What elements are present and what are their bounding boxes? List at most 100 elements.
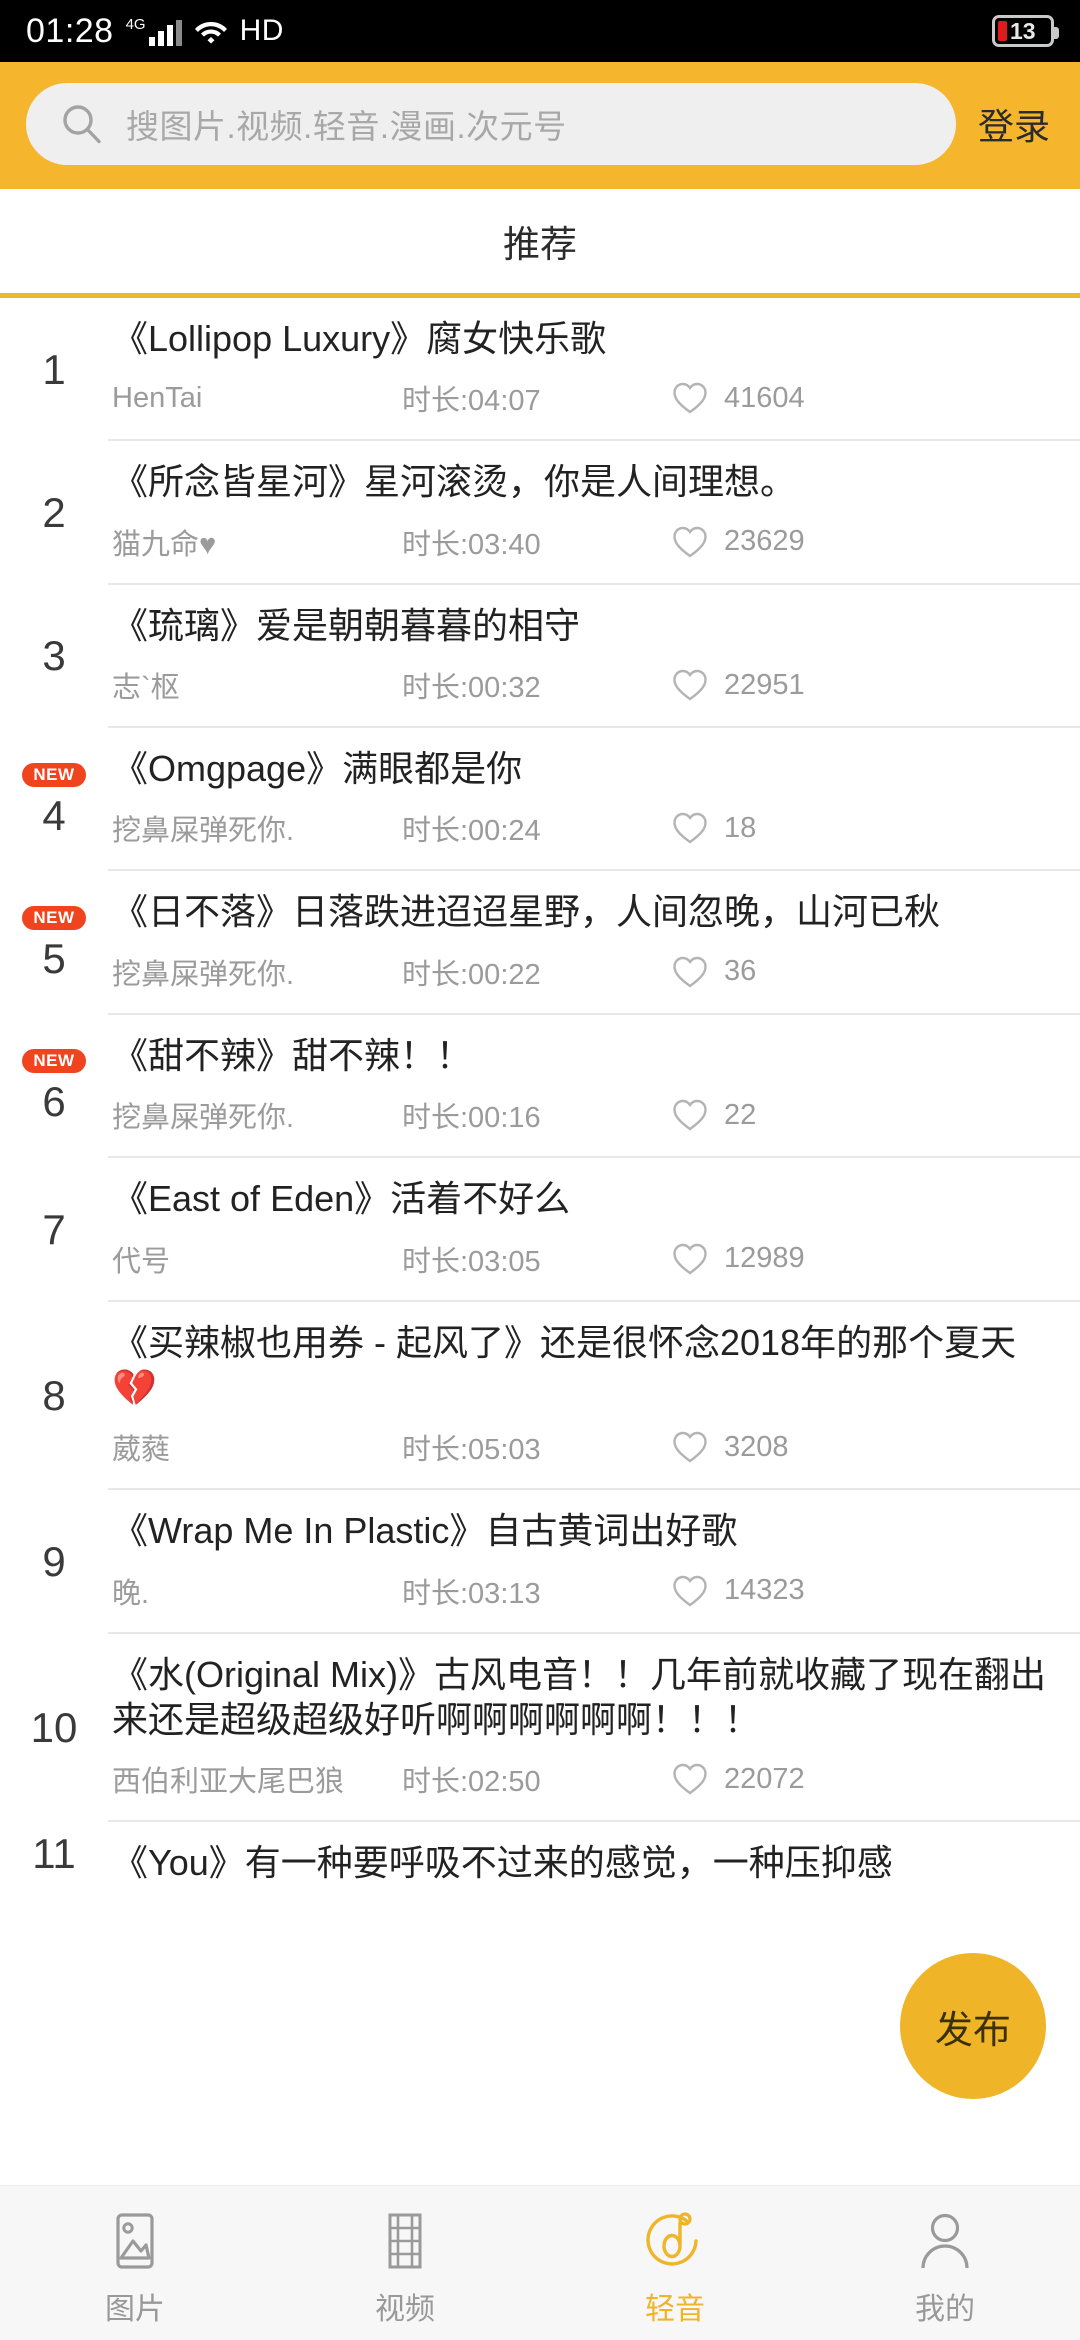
list-item[interactable]: 3 《琉璃》爱是朝朝暮暮的相守 志`枢 时长:00:32 22951 (0, 585, 1080, 729)
item-likes[interactable]: 36 (672, 955, 756, 989)
item-likes[interactable]: 22072 (672, 1762, 805, 1796)
item-body: 《琉璃》爱是朝朝暮暮的相守 志`枢 时长:00:32 22951 (108, 585, 1080, 729)
rank-number: 6 (42, 1078, 66, 1126)
heart-icon (672, 1762, 708, 1796)
item-like-count: 3208 (724, 1430, 789, 1463)
search-bar[interactable]: 搜图片.视频.轻音.漫画.次元号 (26, 83, 956, 165)
new-badge: NEW (22, 762, 86, 787)
item-title[interactable]: 《甜不辣》甜不辣！！ (112, 1015, 1080, 1078)
rank-number: 10 (30, 1703, 78, 1751)
status-bar: 01:28 4G HD 13 (0, 0, 1080, 62)
nav-item-images[interactable]: 图片 (0, 2210, 270, 2328)
item-body: 《East of Eden》活着不好么代号 时长:03:05 12989 (108, 1158, 1080, 1302)
item-meta: 西伯利亚大尾巴狼 时长:02:50 22072 (112, 1742, 1080, 1820)
heart-icon (672, 381, 708, 415)
item-author: 西伯利亚大尾巴狼 (112, 1766, 345, 1799)
rank-column: 2 (0, 441, 108, 584)
item-title[interactable]: 《Omgpage》满眼都是你 (112, 728, 1080, 791)
item-meta: 挖鼻屎弹死你. 时长:00:22 36 (112, 935, 1080, 1013)
item-title[interactable]: 《Lollipop Luxury》腐女快乐歌 (112, 298, 1080, 361)
rank-column: 1 (0, 298, 108, 441)
music-note-icon (644, 2210, 706, 2272)
item-title[interactable]: 《水(Original Mix)》古风电音！！几年前就收藏了现在翻出来还是超级超… (112, 1634, 1080, 1743)
item-likes[interactable]: 22951 (672, 668, 805, 702)
list-item[interactable]: 9 《Wrap Me In Plastic》自古黄词出好歌 晚. 时长:03:13 14… (0, 1490, 1080, 1634)
item-title[interactable]: 《买辣椒也用券 - 起风了》还是很怀念2018年的那个夏天💔 (112, 1302, 1080, 1411)
bottom-navigation: 图片 视频 轻音 我的 (0, 2185, 1080, 2340)
rank-column: NEW 4 (0, 728, 108, 871)
login-button[interactable]: 登录 (974, 92, 1054, 156)
battery-icon: 13 (992, 15, 1059, 47)
list-item[interactable]: 7 《East of Eden》活着不好么代号 时长:03:05 12989 (0, 1158, 1080, 1302)
list-item[interactable]: 2 《所念皆星河》星河滚烫，你是人间理想。 猫九命♥ 时长:03:40 23629 (0, 441, 1080, 585)
item-author: 葳蕤 (112, 1434, 171, 1467)
list-item[interactable]: 11 《You》有一种要呼吸不过来的感觉，一种压抑感 (0, 1822, 1080, 1885)
item-likes[interactable]: 22 (672, 1098, 756, 1132)
item-like-count: 14323 (724, 1574, 805, 1607)
item-likes[interactable]: 3208 (672, 1430, 789, 1464)
nav-label-images: 图片 (105, 2292, 165, 2326)
list-item[interactable]: 10 《水(Original Mix)》古风电音！！几年前就收藏了现在翻出来还是超… (0, 1634, 1080, 1823)
rank-number: 5 (42, 935, 66, 983)
item-meta: 晚. 时长:03:13 14323 (112, 1554, 1080, 1632)
item-author: HenTai (112, 381, 203, 414)
rank-number: 2 (42, 489, 66, 537)
film-icon (374, 2210, 436, 2272)
item-author: 挖鼻屎弹死你. (112, 958, 295, 991)
new-badge: NEW (22, 906, 86, 931)
item-likes[interactable]: 18 (672, 811, 756, 845)
item-duration: 时长:05:03 (402, 1434, 541, 1467)
item-title[interactable]: 《日不落》日落跌进迢迢星野，人间忽晚，山河已秋 (112, 871, 1080, 934)
item-like-count: 18 (724, 811, 757, 844)
item-title[interactable]: 《Wrap Me In Plastic》自古黄词出好歌 (112, 1490, 1080, 1553)
nav-label-profile: 我的 (915, 2292, 975, 2326)
rank-column: NEW 6 (0, 1015, 108, 1158)
item-duration: 时长:00:16 (402, 1102, 541, 1135)
item-like-count: 23629 (724, 525, 805, 558)
heart-icon (672, 955, 708, 989)
item-title[interactable]: 《East of Eden》活着不好么 (112, 1158, 1080, 1221)
item-duration: 时长:00:32 (402, 672, 541, 705)
list-item[interactable]: NEW 5 《日不落》日落跌进迢迢星野，人间忽晚，山河已秋 挖鼻屎弹死你. 时长:00:… (0, 871, 1080, 1015)
item-like-count: 12989 (724, 1242, 805, 1275)
cellular-signal-icon: 4G (126, 16, 182, 46)
nav-item-videos[interactable]: 视频 (270, 2210, 540, 2328)
item-meta: 挖鼻屎弹死你. 时长:00:24 18 (112, 791, 1080, 869)
search-input[interactable]: 搜图片.视频.轻音.漫画.次元号 (126, 100, 567, 148)
list-item[interactable]: 8 《买辣椒也用券 - 起风了》还是很怀念2018年的那个夏天💔 葳蕤 时长:05:0… (0, 1302, 1080, 1491)
item-duration: 时长:03:13 (402, 1577, 541, 1610)
item-duration: 时长:03:05 (402, 1245, 541, 1278)
item-duration: 时长:00:24 (402, 815, 541, 848)
nav-item-profile[interactable]: 我的 (810, 2210, 1080, 2328)
item-title[interactable]: 《琉璃》爱是朝朝暮暮的相守 (112, 585, 1080, 648)
item-likes[interactable]: 12989 (672, 1242, 805, 1276)
tab-recommend[interactable]: 推荐 (503, 214, 577, 268)
tab-bar: 推荐 (0, 186, 1080, 298)
list-item[interactable]: 1 《Lollipop Luxury》腐女快乐歌 HenTai 时长:04:07 416… (0, 298, 1080, 442)
item-author: 代号 (112, 1245, 171, 1278)
item-likes[interactable]: 41604 (672, 381, 805, 415)
rank-column: 3 (0, 585, 108, 728)
rank-column: 7 (0, 1158, 108, 1301)
app-header: 搜图片.视频.轻音.漫画.次元号 登录 (0, 62, 1080, 186)
list-item[interactable]: NEW 6 《甜不辣》甜不辣！！ 挖鼻屎弹死你. 时长:00:16 22 (0, 1015, 1080, 1159)
nav-item-music[interactable]: 轻音 (540, 2210, 810, 2328)
item-meta: 葳蕤 时长:05:03 3208 (112, 1410, 1080, 1488)
hd-indicator: HD (239, 14, 284, 47)
item-like-count: 41604 (724, 381, 805, 414)
song-list[interactable]: 1 《Lollipop Luxury》腐女快乐歌 HenTai 时长:04:07 416… (0, 298, 1080, 2185)
publish-button[interactable]: 发布 (900, 1953, 1046, 2099)
list-item[interactable]: NEW 4 《Omgpage》满眼都是你 挖鼻屎弹死你. 时长:00:24 18 (0, 728, 1080, 872)
rank-column: 11 (0, 1822, 108, 1885)
rank-column: 9 (0, 1490, 108, 1633)
search-icon (60, 102, 104, 146)
item-title[interactable]: 《所念皆星河》星河滚烫，你是人间理想。 (112, 441, 1080, 504)
item-likes[interactable]: 14323 (672, 1574, 805, 1608)
item-meta: 志`枢 时长:00:32 22951 (112, 648, 1080, 726)
status-time: 01:28 (26, 11, 114, 50)
item-body: 《水(Original Mix)》古风电音！！几年前就收藏了现在翻出来还是超级超… (108, 1634, 1080, 1823)
rank-number: 8 (42, 1371, 66, 1419)
item-likes[interactable]: 23629 (672, 525, 805, 559)
item-title[interactable]: 《You》有一种要呼吸不过来的感觉，一种压抑感 (112, 1822, 1080, 1885)
item-body: 《买辣椒也用券 - 起风了》还是很怀念2018年的那个夏天💔 葳蕤 时长:05:03… (108, 1302, 1080, 1491)
